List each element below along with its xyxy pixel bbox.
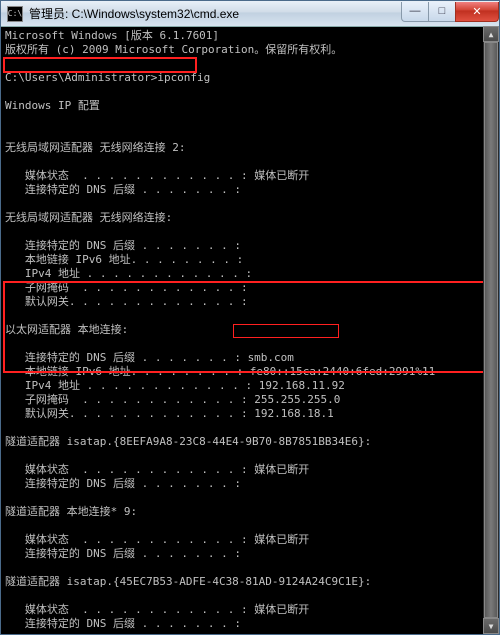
console-line: 版权所有 (c) 2009 Microsoft Corporation。保留所有…: [5, 43, 342, 56]
cmd-icon: C:\: [7, 6, 23, 22]
vertical-scrollbar[interactable]: ▲ ▼: [483, 26, 499, 634]
adapter-header: 无线局域网适配器 无线网络连接 2:: [5, 141, 186, 154]
scroll-up-button[interactable]: ▲: [483, 26, 499, 42]
ipv4-address-line: IPv4 地址 . . . . . . . . . . . . : 192.16…: [5, 379, 345, 392]
adapter-header: 隧道适配器 isatap.{8EEFA9A8-23C8-44E4-9B70-8B…: [5, 435, 371, 448]
console-line: 子网掩码 . . . . . . . . . . . . : 255.255.2…: [5, 393, 340, 406]
console-line: 连接特定的 DNS 后缀 . . . . . . . :: [5, 239, 241, 252]
console-line: Microsoft Windows [版本 6.1.7601]: [5, 29, 219, 42]
console-line: 连接特定的 DNS 后缀 . . . . . . . :: [5, 183, 241, 196]
maximize-button[interactable]: □: [428, 2, 456, 22]
close-button[interactable]: ✕: [455, 2, 499, 22]
window-buttons: — □ ✕: [402, 2, 499, 22]
console-line: 默认网关. . . . . . . . . . . . . : 192.168.…: [5, 407, 334, 420]
console-output[interactable]: Microsoft Windows [版本 6.1.7601] 版权所有 (c)…: [1, 27, 499, 634]
console-line: 媒体状态 . . . . . . . . . . . . : 媒体已断开: [5, 603, 309, 616]
console-line: 连接特定的 DNS 后缀 . . . . . . . :: [5, 477, 241, 490]
console-line: 媒体状态 . . . . . . . . . . . . : 媒体已断开: [5, 533, 309, 546]
adapter-header: 隧道适配器 本地连接* 9:: [5, 505, 137, 518]
console-line: 连接特定的 DNS 后缀 . . . . . . . :: [5, 617, 241, 630]
prompt-command: C:\Users\Administrator>ipconfig: [5, 71, 210, 84]
highlight-ipv4-value: [233, 324, 339, 338]
console-line: 默认网关. . . . . . . . . . . . . :: [5, 295, 248, 308]
cmd-window: C:\ 管理员: C:\Windows\system32\cmd.exe — □…: [0, 0, 500, 635]
console-line: 本地链接 IPv6 地址. . . . . . . . : fe80::15ca…: [5, 365, 435, 378]
scroll-down-button[interactable]: ▼: [483, 618, 499, 634]
titlebar[interactable]: C:\ 管理员: C:\Windows\system32\cmd.exe — □…: [1, 1, 499, 27]
console-line: Windows IP 配置: [5, 99, 100, 112]
scroll-thumb[interactable]: [484, 42, 498, 618]
console-line: 子网掩码 . . . . . . . . . . . . :: [5, 281, 248, 294]
window-title: 管理员: C:\Windows\system32\cmd.exe: [29, 5, 402, 22]
console-line: 媒体状态 . . . . . . . . . . . . : 媒体已断开: [5, 463, 309, 476]
console-line: 媒体状态 . . . . . . . . . . . . : 媒体已断开: [5, 169, 309, 182]
scroll-track[interactable]: [483, 42, 499, 618]
console-line: 连接特定的 DNS 后缀 . . . . . . . :: [5, 547, 241, 560]
console-line: 本地链接 IPv6 地址. . . . . . . . :: [5, 253, 243, 266]
adapter-header: 隧道适配器 isatap.{45EC7B53-ADFE-4C38-81AD-91…: [5, 575, 371, 588]
console-line: IPv4 地址 . . . . . . . . . . . . :: [5, 267, 252, 280]
console-line: 连接特定的 DNS 后缀 . . . . . . . : smb.com: [5, 351, 294, 364]
minimize-button[interactable]: —: [401, 2, 429, 22]
adapter-header: 无线局域网适配器 无线网络连接:: [5, 211, 172, 224]
adapter-header: 以太网适配器 本地连接:: [5, 323, 128, 336]
